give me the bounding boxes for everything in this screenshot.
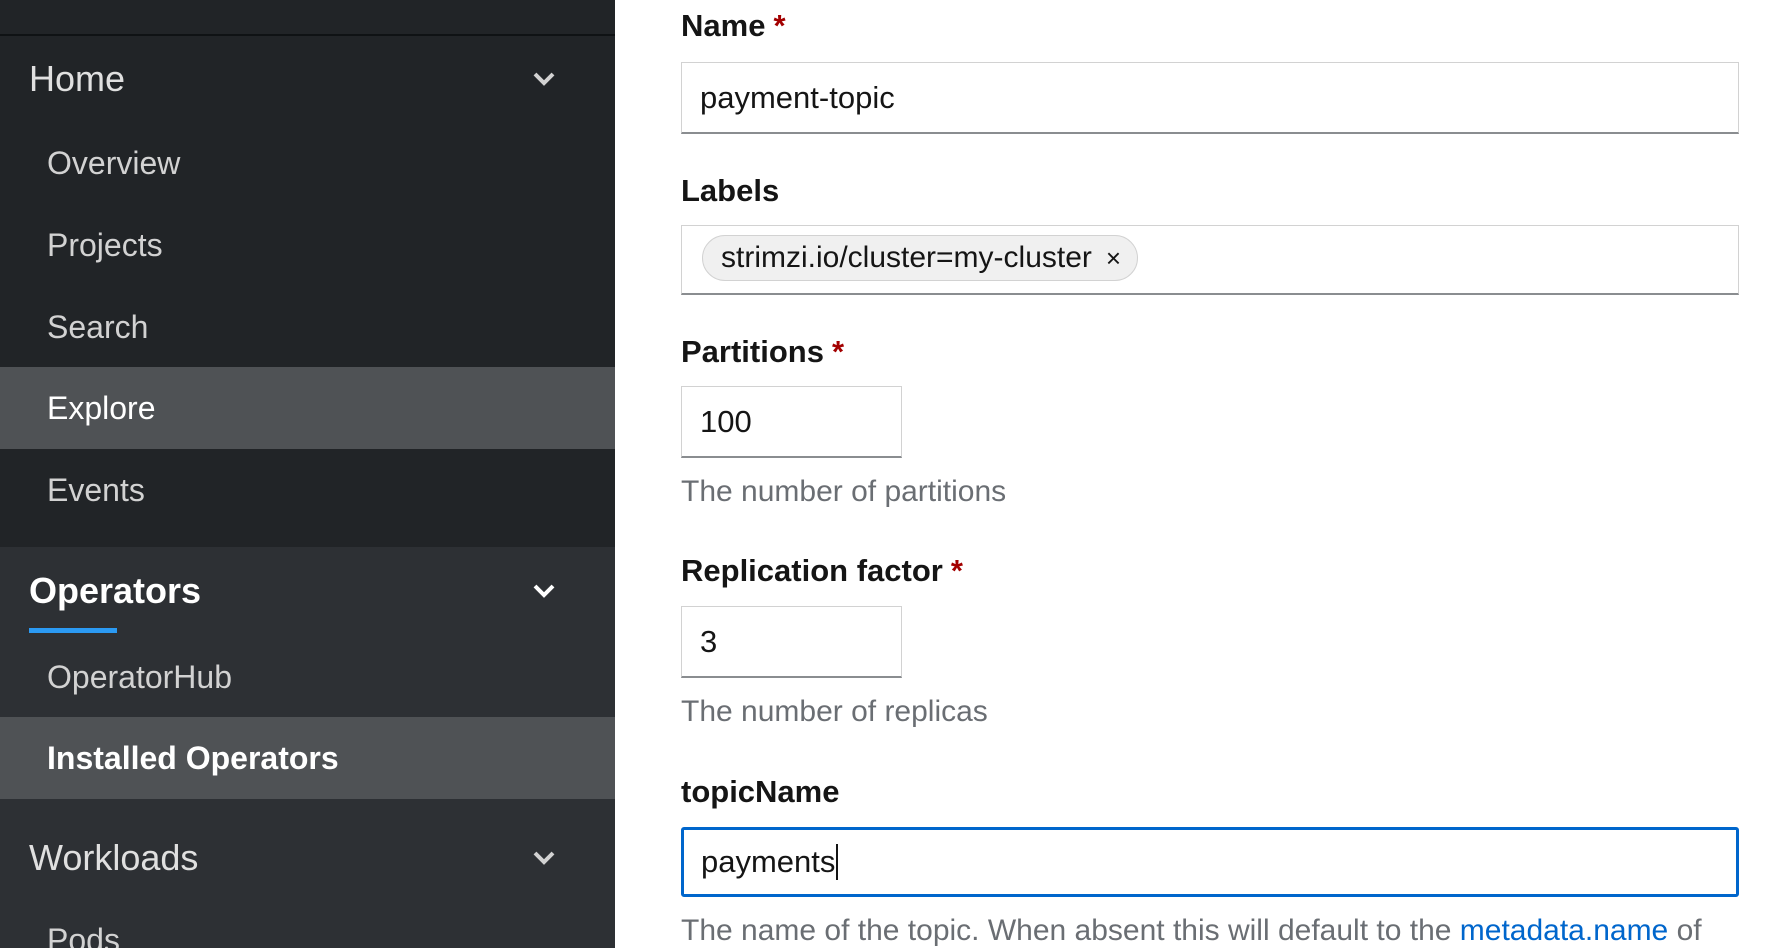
partitions-label-text: Partitions: [681, 334, 824, 369]
nav-item-explore[interactable]: Explore: [0, 367, 615, 449]
topic-name-input-value: payments: [701, 844, 836, 879]
partitions-input-value: 100: [700, 403, 752, 439]
partitions-input[interactable]: 100: [681, 386, 902, 458]
chevron-down-icon: [530, 844, 558, 872]
masthead-divider: [0, 34, 615, 36]
nav-item-events[interactable]: Events: [0, 449, 615, 531]
label-chip-text: strimzi.io/cluster=my-cluster: [721, 241, 1092, 274]
topic-name-help-text: The name of the topic. When absent this …: [681, 914, 1702, 948]
nav-item-operatorhub[interactable]: OperatorHub: [0, 636, 615, 718]
topic-name-label-text: topicName: [681, 774, 840, 809]
partitions-help-text: The number of partitions: [681, 475, 1007, 508]
nav-item-label: Projects: [47, 226, 163, 263]
nav-section-operators-label: Operators: [29, 570, 202, 611]
labels-input[interactable]: strimzi.io/cluster=my-cluster ×: [681, 225, 1739, 295]
sidebar: Home Overview Projects Search Explore Ev…: [0, 0, 615, 948]
topic-name-help-suffix: of: [1668, 914, 1702, 947]
replication-label-text: Replication factor: [681, 553, 943, 588]
nav-section-operators[interactable]: Operators: [0, 550, 615, 632]
nav-section-workloads-label: Workloads: [29, 837, 199, 878]
name-label: Name *: [681, 8, 786, 44]
required-marker: *: [773, 8, 786, 43]
metadata-name-link[interactable]: metadata.name: [1460, 914, 1668, 947]
required-marker: *: [950, 553, 963, 588]
nav-item-label: Pods: [47, 921, 120, 948]
text-caret: [836, 844, 839, 880]
name-input-value: payment-topic: [700, 79, 895, 115]
topic-name-label: topicName: [681, 774, 839, 810]
replication-factor-input[interactable]: 3: [681, 606, 902, 678]
nav-item-label: Overview: [47, 144, 181, 181]
nav-section-workloads[interactable]: Workloads: [0, 817, 615, 899]
replication-input-value: 3: [700, 623, 718, 659]
labels-label: Labels: [681, 173, 779, 209]
topic-form: Name * payment-topic Labels strimzi.io/cl…: [615, 0, 1778, 948]
required-marker: *: [831, 334, 845, 369]
nav-item-pods[interactable]: Pods: [0, 899, 615, 948]
nav-section-home-label: Home: [29, 58, 126, 99]
nav-item-projects[interactable]: Projects: [0, 204, 615, 286]
replication-help-text: The number of replicas: [681, 695, 988, 728]
nav-section-home[interactable]: Home: [0, 38, 615, 120]
topic-name-help-prefix: The name of the topic. When absent this …: [681, 914, 1460, 947]
nav-item-label: Search: [47, 308, 149, 345]
replication-factor-label: Replication factor *: [681, 553, 963, 589]
nav-item-search[interactable]: Search: [0, 286, 615, 368]
label-chip: strimzi.io/cluster=my-cluster ×: [702, 235, 1139, 281]
chevron-down-icon: [530, 577, 558, 605]
nav-item-label: OperatorHub: [47, 658, 232, 695]
nav-item-label: Events: [47, 471, 145, 508]
chevron-down-icon: [530, 65, 558, 93]
nav-item-label: Explore: [47, 389, 156, 426]
nav-item-installed-operators[interactable]: Installed Operators: [0, 717, 615, 799]
nav-item-overview[interactable]: Overview: [0, 122, 615, 204]
name-label-text: Name: [681, 8, 766, 43]
partitions-label: Partitions *: [681, 334, 844, 370]
labels-label-text: Labels: [681, 173, 780, 208]
nav-item-label: Installed Operators: [47, 739, 339, 776]
topic-name-input[interactable]: payments: [681, 827, 1739, 897]
name-input[interactable]: payment-topic: [681, 62, 1739, 134]
active-section-indicator: [29, 628, 117, 633]
close-icon[interactable]: ×: [1106, 243, 1121, 274]
